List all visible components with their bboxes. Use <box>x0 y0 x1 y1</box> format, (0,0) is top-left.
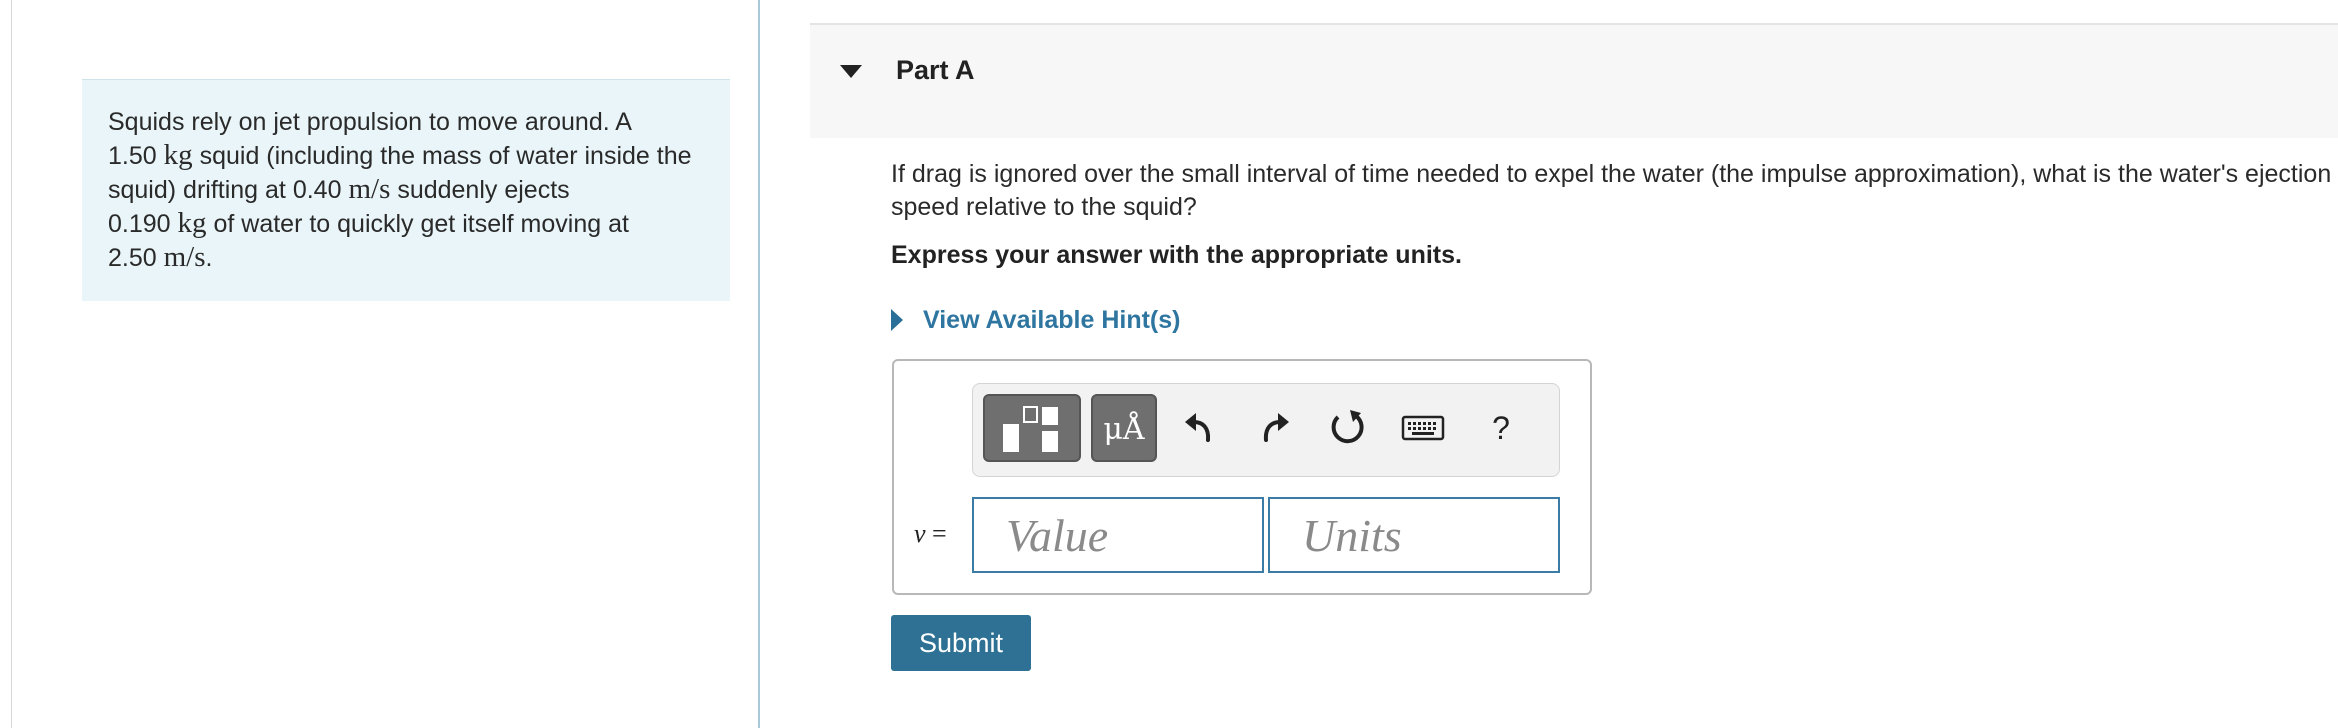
problem-text: Squids rely on jet propulsion to move ar… <box>108 108 692 273</box>
redo-button[interactable] <box>1249 402 1301 454</box>
problem-statement: Squids rely on jet propulsion to move ar… <box>82 79 730 301</box>
math-toolbar: μÅ ? <box>972 383 1560 477</box>
value-input[interactable]: Value <box>972 497 1264 573</box>
kg-unit: kg <box>177 207 207 239</box>
reset-icon <box>1331 410 1364 444</box>
answer-panel: μÅ ? v = Value Units <box>892 359 1592 595</box>
variable-label: v = <box>914 519 947 548</box>
symbols-icon: μÅ <box>1103 412 1145 447</box>
collapse-caret-icon[interactable] <box>840 65 862 78</box>
hint-label: View Available Hint(s) <box>923 305 1181 334</box>
redo-icon <box>1263 413 1289 442</box>
part-a-header[interactable]: Part A <box>810 23 2338 138</box>
reset-button[interactable] <box>1321 402 1373 454</box>
templates-button[interactable] <box>983 394 1081 462</box>
column-divider <box>758 0 760 728</box>
symbols-button[interactable]: μÅ <box>1091 394 1157 462</box>
left-border <box>11 0 12 728</box>
expand-caret-icon <box>891 309 903 331</box>
view-hints-link[interactable]: View Available Hint(s) <box>891 302 1180 338</box>
undo-button[interactable] <box>1173 402 1225 454</box>
kg-unit: kg <box>163 139 193 171</box>
help-button[interactable]: ? <box>1475 402 1527 454</box>
part-title: Part A <box>896 55 975 85</box>
submit-button[interactable]: Submit <box>891 615 1031 671</box>
answer-instruction: Express your answer with the appropriate… <box>891 241 1462 269</box>
keyboard-icon <box>1401 415 1445 441</box>
keyboard-button[interactable] <box>1397 402 1449 454</box>
units-input[interactable]: Units <box>1268 497 1560 573</box>
question-text: If drag is ignored over the small interv… <box>891 160 2332 221</box>
help-icon: ? <box>1492 409 1510 446</box>
ms-unit: m/s <box>163 241 206 273</box>
ms-unit: m/s <box>348 173 391 205</box>
undo-icon <box>1185 413 1211 442</box>
templates-icon <box>1003 406 1058 452</box>
